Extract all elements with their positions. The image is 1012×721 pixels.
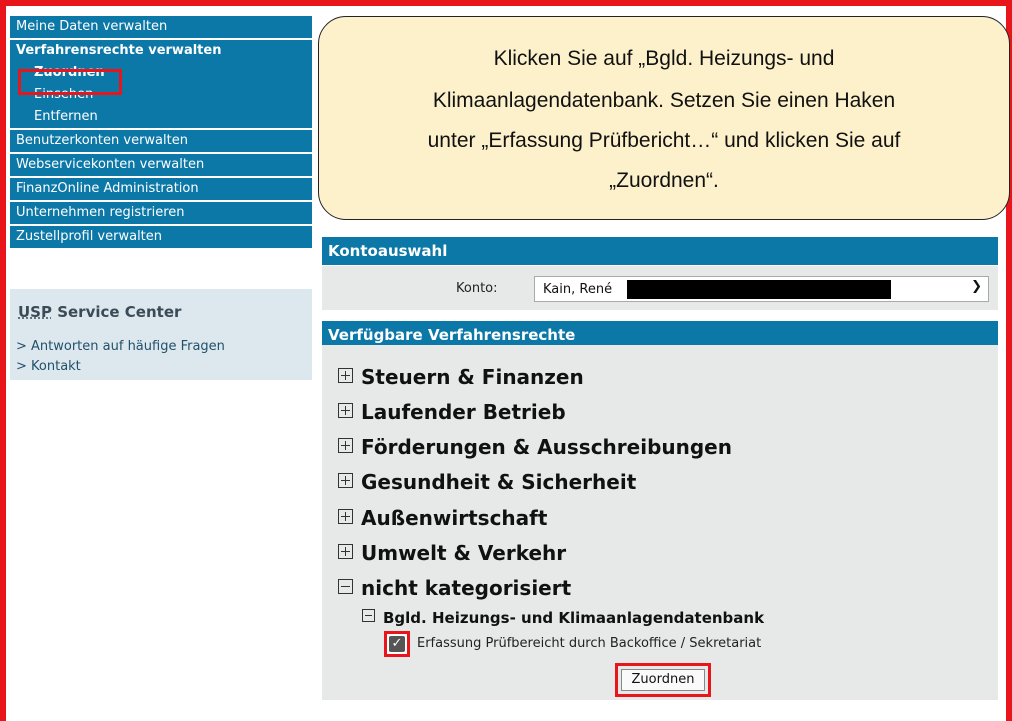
sidebar-item-benutzerkonten[interactable]: Benutzerkonten verwalten [10,130,312,154]
category-item[interactable]: Gesundheit & Sicherheit [338,470,636,494]
expand-icon [338,544,353,559]
collapse-icon [338,579,353,594]
callout-line: Klicken Sie auf „Bgld. Heizungs- und [493,47,835,70]
category-label: Förderungen & Ausschreibungen [361,435,732,459]
button-highlight-box: Zuordnen [615,663,711,697]
subcategory-label: Bgld. Heizungs- und Klimaanlagendatenban… [383,609,765,627]
kontoauswahl-header: Kontoauswahl [322,237,998,265]
category-label: Außenwirtschaft [361,506,548,530]
usp-title: USP Service Center [18,303,181,321]
expand-icon [338,368,353,383]
collapse-icon [362,609,375,622]
subcategory-item[interactable]: Bgld. Heizungs- und Klimaanlagendatenban… [362,609,764,627]
sidebar-item-meine-daten[interactable]: Meine Daten verwalten [10,16,312,40]
konto-row: Konto: Kain, René ❯ [322,266,998,310]
category-label: Umwelt & Verkehr [361,541,567,565]
sidebar-item-verfahrensrechte[interactable]: Verfahrensrechte verwalten [10,40,312,62]
category-item[interactable]: Laufender Betrieb [338,400,566,424]
category-item[interactable]: Steuern & Finanzen [338,365,584,389]
konto-label: Konto: [456,281,498,296]
sidebar-nav: Meine Daten verwalten Verfahrensrechte v… [10,16,312,250]
redaction-block [627,280,891,299]
callout-line: unter „Erfassung Prüfbericht…“ und klick… [427,129,901,152]
category-label: Laufender Betrieb [361,400,566,424]
sidebar-item-webservicekonten[interactable]: Webservicekonten verwalten [10,154,312,178]
category-label: Gesundheit & Sicherheit [361,470,637,494]
rights-panel: Steuern & Finanzen Laufender Betrieb För… [322,345,998,700]
category-item[interactable]: Umwelt & Verkehr [338,541,566,565]
checkbox-highlight-box: ✓ [384,631,410,657]
usp-service-center: USP Service Center > Antworten auf häufi… [10,289,312,380]
category-item[interactable]: Außenwirtschaft [338,506,547,530]
callout-line: Klimaanlagendatenbank. Setzen Sie einen … [432,89,896,112]
faq-link[interactable]: > Antworten auf häufige Fragen [16,339,225,354]
expand-icon [338,403,353,418]
chevron-down-icon: ❯ [971,279,982,294]
expand-icon [338,473,353,488]
usp-title-abbr: USP [18,303,52,321]
instruction-callout: Klicken Sie auf „Bgld. Heizungs- und Kli… [318,16,1010,220]
sidebar-item-administration[interactable]: FinanzOnline Administration [10,178,312,202]
sidebar-item-unternehmen[interactable]: Unternehmen registrieren [10,202,312,226]
zuordnen-highlight-box [18,69,122,95]
konto-select[interactable]: Kain, René ❯ [534,276,989,302]
category-label: Steuern & Finanzen [361,365,584,389]
category-label: nicht kategorisiert [361,576,572,600]
category-item[interactable]: Förderungen & Ausschreibungen [338,435,732,459]
expand-icon [338,509,353,524]
zuordnen-button[interactable]: Zuordnen [621,669,705,691]
category-item-expanded[interactable]: nicht kategorisiert [338,576,571,600]
konto-select-value: Kain, René [543,282,613,297]
checkbox-label: Erfassung Prüfbereicht durch Backoffice … [417,636,762,651]
usp-title-rest: Service Center [51,303,182,321]
erfassung-checkbox[interactable]: ✓ [389,636,405,652]
sidebar-item-zustellprofil[interactable]: Zustellprofil verwalten [10,226,312,250]
callout-line: „Zuordnen“. [609,169,719,192]
kontakt-link[interactable]: > Kontakt [16,359,81,374]
sidebar-item-entfernen[interactable]: Entfernen [10,106,312,130]
expand-icon [338,438,353,453]
